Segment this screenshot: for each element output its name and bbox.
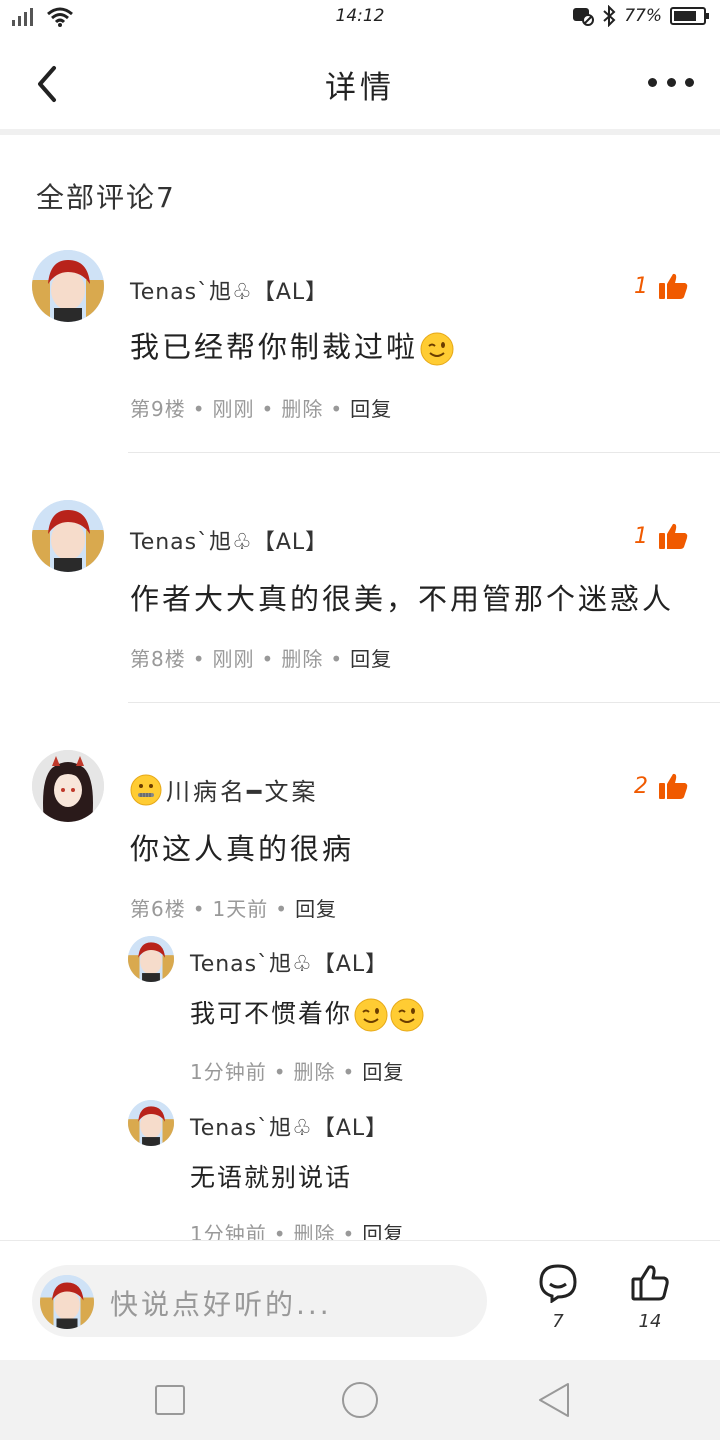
like-button[interactable]: 2	[634, 772, 688, 800]
likes-count: 14	[638, 1311, 662, 1332]
input-placeholder: 快说点好听的...	[110, 1288, 332, 1321]
back-triangle-icon[interactable]	[534, 1380, 574, 1420]
divider	[128, 452, 720, 453]
reply-author[interactable]: Tenas`旭♧【AL】	[190, 946, 388, 978]
wink-emoji-icon	[390, 998, 424, 1032]
avatar	[40, 1275, 94, 1329]
header: 详情	[0, 36, 720, 130]
bluetooth-icon	[603, 5, 616, 27]
comment-input[interactable]: 快说点好听的...	[32, 1265, 487, 1337]
reply-link[interactable]: 回复	[350, 647, 392, 671]
thumbs-up-icon	[659, 773, 688, 799]
wink-emoji-icon	[420, 332, 454, 366]
comment-meta: 第6楼 • 1天前 • 回复	[130, 897, 338, 921]
battery-percent: 77%	[624, 6, 662, 26]
more-options-icon[interactable]	[648, 64, 694, 100]
delete-link[interactable]: 删除	[281, 647, 323, 671]
comment-bubble-icon	[539, 1264, 577, 1304]
comment-author[interactable]: 川病名━文案	[130, 772, 318, 807]
avatar[interactable]	[32, 250, 104, 322]
like-count: 1	[634, 273, 648, 299]
comment-item: Tenas`旭♧【AL】 1 我已经帮你制裁过啦 第9楼 • 刚刚 • 删除 • 回复	[0, 250, 720, 455]
comment-text: 你这人真的很病	[130, 832, 355, 866]
system-nav-bar	[0, 1360, 720, 1440]
comment-meta: 第9楼 • 刚刚 • 删除 • 回复	[130, 397, 393, 421]
like-button[interactable]: 1	[634, 522, 688, 550]
thumbs-up-outline-icon	[631, 1265, 669, 1301]
avatar[interactable]	[128, 936, 174, 982]
comment-input-bar: 快说点好听的... 7 14	[0, 1240, 720, 1360]
reply-text: 无语就别说话	[190, 1163, 353, 1192]
comment-text: 作者大大真的很美，不用管那个迷惑人	[130, 582, 675, 616]
comment-author[interactable]: Tenas`旭♧【AL】	[130, 524, 328, 556]
battery-icon	[670, 7, 709, 25]
avatar[interactable]	[128, 1100, 174, 1146]
comment-meta: 第8楼 • 刚刚 • 删除 • 回复	[130, 647, 393, 671]
comment-item: Tenas`旭♧【AL】 1 作者大大真的很美，不用管那个迷惑人 第8楼 • 刚刚 •…	[0, 500, 720, 705]
comment-author[interactable]: Tenas`旭♧【AL】	[130, 274, 328, 306]
delete-link[interactable]: 删除	[281, 397, 323, 421]
like-button[interactable]: 1	[634, 272, 688, 300]
recent-apps-icon[interactable]	[150, 1380, 190, 1420]
divider	[128, 702, 720, 703]
zipper-mouth-emoji-icon	[130, 774, 162, 805]
comments-section-title: 全部评论7	[36, 181, 176, 214]
reply-link[interactable]: 回复	[295, 897, 337, 921]
page-title: 详情	[325, 70, 395, 106]
reply-text: 我可不惯着你	[190, 994, 424, 1032]
comment-item: 川病名━文案 2 你这人真的很病 第6楼 • 1天前 • 回复 Tenas`旭♧【AL】…	[0, 750, 720, 1246]
avatar[interactable]	[32, 750, 104, 822]
reply-link[interactable]: 回复	[350, 397, 392, 421]
comment-text: 我已经帮你制裁过啦	[130, 324, 454, 366]
delete-link[interactable]: 删除	[294, 1060, 336, 1084]
header-divider	[0, 129, 720, 135]
reply-link[interactable]: 回复	[362, 1060, 404, 1084]
avatar[interactable]	[32, 500, 104, 572]
reply-author[interactable]: Tenas`旭♧【AL】	[190, 1110, 388, 1142]
comments-count: 7	[552, 1311, 564, 1332]
like-post-button[interactable]: 14	[620, 1263, 680, 1332]
thumbs-up-icon	[659, 523, 688, 549]
home-icon[interactable]	[340, 1380, 380, 1420]
like-count: 2	[634, 773, 648, 799]
comments-button[interactable]: 7	[528, 1263, 588, 1332]
status-bar: 14:12 77%	[0, 0, 720, 36]
notification-muted-icon	[573, 8, 595, 26]
like-count: 1	[634, 523, 648, 549]
reply-meta: 1分钟前 • 删除 • 回复	[190, 1060, 405, 1084]
wink-emoji-icon	[354, 998, 388, 1032]
thumbs-up-icon	[659, 273, 688, 299]
